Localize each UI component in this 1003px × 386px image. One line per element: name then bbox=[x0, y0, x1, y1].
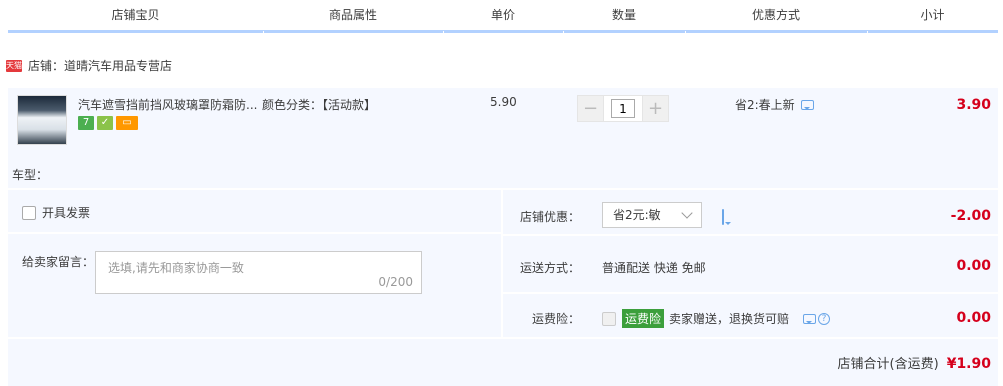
header-sep bbox=[443, 31, 444, 34]
product-title[interactable]: 汽车遮雪挡前挡风玻璃罩防霜防... bbox=[78, 96, 260, 113]
message-counter: 0/200 bbox=[378, 275, 413, 289]
product-thumbnail[interactable] bbox=[17, 95, 67, 145]
col-unit-price: 单价 bbox=[490, 8, 515, 22]
invoice-checkbox[interactable] bbox=[22, 205, 36, 220]
insurance-label: 运费险： bbox=[531, 312, 580, 326]
quantity-input[interactable] bbox=[611, 99, 635, 118]
shipping-label: 运送方式： bbox=[519, 261, 580, 275]
invoice-option[interactable]: 开具发票 bbox=[22, 204, 90, 221]
chat-icon[interactable] bbox=[803, 313, 817, 324]
chat-icon[interactable] bbox=[722, 209, 724, 225]
insurance-desc: 卖家赠送，退换货可赔 bbox=[669, 312, 790, 326]
shop-total-label: 店铺合计(含运费) bbox=[837, 357, 939, 372]
chat-icon[interactable] bbox=[800, 99, 814, 110]
quantity-stepper: − + bbox=[577, 95, 669, 122]
decrease-button[interactable]: − bbox=[577, 95, 604, 122]
car-type-label: 车型： bbox=[12, 168, 49, 182]
chevron-down-icon bbox=[681, 207, 693, 219]
promo: 省2:春上新 bbox=[735, 96, 814, 113]
item-subtotal: 3.90 bbox=[956, 97, 991, 113]
shop-total-amount: ¥1.90 bbox=[946, 356, 991, 372]
col-shop-item: 店铺宝贝 bbox=[111, 8, 160, 22]
shop-total: 店铺合计(含运费) ¥1.90 bbox=[838, 353, 991, 372]
credit-card-icon[interactable]: ▭ bbox=[116, 116, 138, 130]
header-sep bbox=[867, 31, 868, 34]
invoice-label: 开具发票 bbox=[42, 206, 91, 220]
shop-discount-select[interactable]: 省2元:敏 bbox=[602, 202, 702, 228]
header-sep bbox=[685, 31, 686, 34]
tmall-badge-icon: 天猫 bbox=[6, 60, 22, 72]
insurance-info: 运费险 卖家赠送，退换货可赔 ? bbox=[602, 309, 831, 328]
help-icon[interactable]: ? bbox=[818, 312, 831, 325]
table-header: 店铺宝贝 商品属性 单价 数量 优惠方式 小计 bbox=[0, 0, 1003, 34]
col-quantity: 数量 bbox=[611, 8, 636, 22]
promo-text: 省2:春上新 bbox=[735, 98, 795, 112]
increase-button[interactable]: + bbox=[642, 95, 669, 122]
col-discount: 优惠方式 bbox=[751, 8, 800, 22]
header-divider bbox=[8, 30, 998, 33]
message-textarea[interactable]: 选填,请先和商家协商一致 0/200 bbox=[95, 251, 422, 294]
seven-day-return-icon[interactable]: 7 bbox=[78, 116, 94, 130]
message-label: 给卖家留言： bbox=[22, 255, 95, 269]
shop-name[interactable]: 店铺：道晴汽车用品专营店 bbox=[28, 56, 172, 76]
col-subtotal: 小计 bbox=[920, 8, 945, 22]
insurance-checkbox[interactable] bbox=[602, 311, 616, 326]
guarantee-icon[interactable]: ✓ bbox=[97, 116, 113, 130]
insurance-amount: 0.00 bbox=[956, 310, 991, 326]
shop-discount-label: 店铺优惠： bbox=[519, 210, 580, 224]
shop-row: 天猫 店铺：道晴汽车用品专营店 bbox=[6, 56, 172, 76]
service-badges: 7 ✓ ▭ bbox=[78, 116, 138, 130]
shipping-value: 普通配送 快递 免邮 bbox=[602, 261, 706, 275]
shop-discount-value: 省2元:敏 bbox=[613, 208, 661, 222]
message-placeholder: 选填,请先和商家协商一致 bbox=[108, 261, 244, 275]
product-attribute: 颜色分类：【活动款】 bbox=[262, 98, 377, 112]
header-sep bbox=[263, 31, 264, 34]
col-attributes: 商品属性 bbox=[328, 8, 377, 22]
insurance-badge: 运费险 bbox=[622, 309, 665, 328]
header-sep bbox=[563, 31, 564, 34]
shipping-amount: 0.00 bbox=[956, 258, 991, 274]
unit-price: 5.90 bbox=[490, 95, 517, 109]
quantity-field-wrap bbox=[604, 95, 642, 122]
shop-discount-amount: -2.00 bbox=[950, 208, 991, 224]
